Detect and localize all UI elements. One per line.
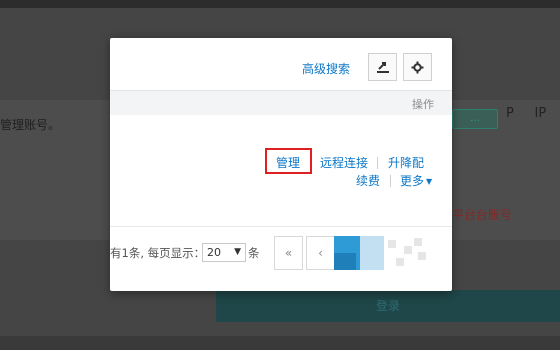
background-chip: … [452, 109, 498, 129]
scale-link[interactable]: 升降配 [388, 154, 424, 171]
manage-link[interactable]: 管理 [276, 154, 300, 171]
current-page-button[interactable] [334, 236, 384, 270]
advanced-search-link[interactable]: 高级搜索 [302, 60, 350, 77]
prev-page-button[interactable]: ‹ [306, 236, 335, 270]
action-separator [377, 157, 378, 169]
instance-list-modal: 高级搜索 操作 管理 远程连接 升降配 续费 更多 ▼ 有1条, 每页显示： 2… [110, 38, 452, 291]
renew-link[interactable]: 续费 [356, 172, 380, 189]
first-page-icon: « [284, 246, 293, 260]
more-label: 更多 [400, 174, 425, 188]
first-page-button[interactable]: « [274, 236, 303, 270]
table-header: 操作 [110, 90, 452, 116]
export-button[interactable] [368, 53, 397, 81]
ops-column-header: 操作 [412, 98, 434, 111]
more-dropdown[interactable]: 更多 ▼ [400, 172, 432, 189]
settings-button[interactable] [403, 53, 432, 81]
pixelated-region [384, 236, 432, 270]
caret-down-icon: ▼ [426, 177, 433, 186]
current-page-shape [360, 236, 384, 270]
background-footer [0, 336, 560, 350]
background-ip-label: P IP [506, 106, 547, 121]
pagination-summary: 有1条, 每页显示： [110, 246, 206, 260]
export-icon [376, 62, 389, 73]
background-login-button: 登录 [216, 290, 560, 322]
page-size-value: 20 [207, 246, 221, 259]
background-top-bar [0, 0, 560, 8]
page-size-select[interactable]: 20 ▼ [202, 243, 246, 262]
background-warning-text: 平台台账号 [452, 208, 513, 222]
page-size-unit: 条 [248, 246, 260, 260]
action-separator [390, 175, 391, 187]
gear-icon [411, 61, 424, 73]
modal-toolbar: 高级搜索 [110, 38, 452, 92]
chevron-down-icon: ▼ [234, 247, 241, 257]
background-description: 管理账号。 [0, 118, 61, 132]
prev-page-icon: ‹ [318, 246, 323, 260]
current-page-shape [334, 253, 356, 270]
remote-connect-link[interactable]: 远程连接 [320, 154, 368, 171]
footer-divider [110, 226, 452, 227]
